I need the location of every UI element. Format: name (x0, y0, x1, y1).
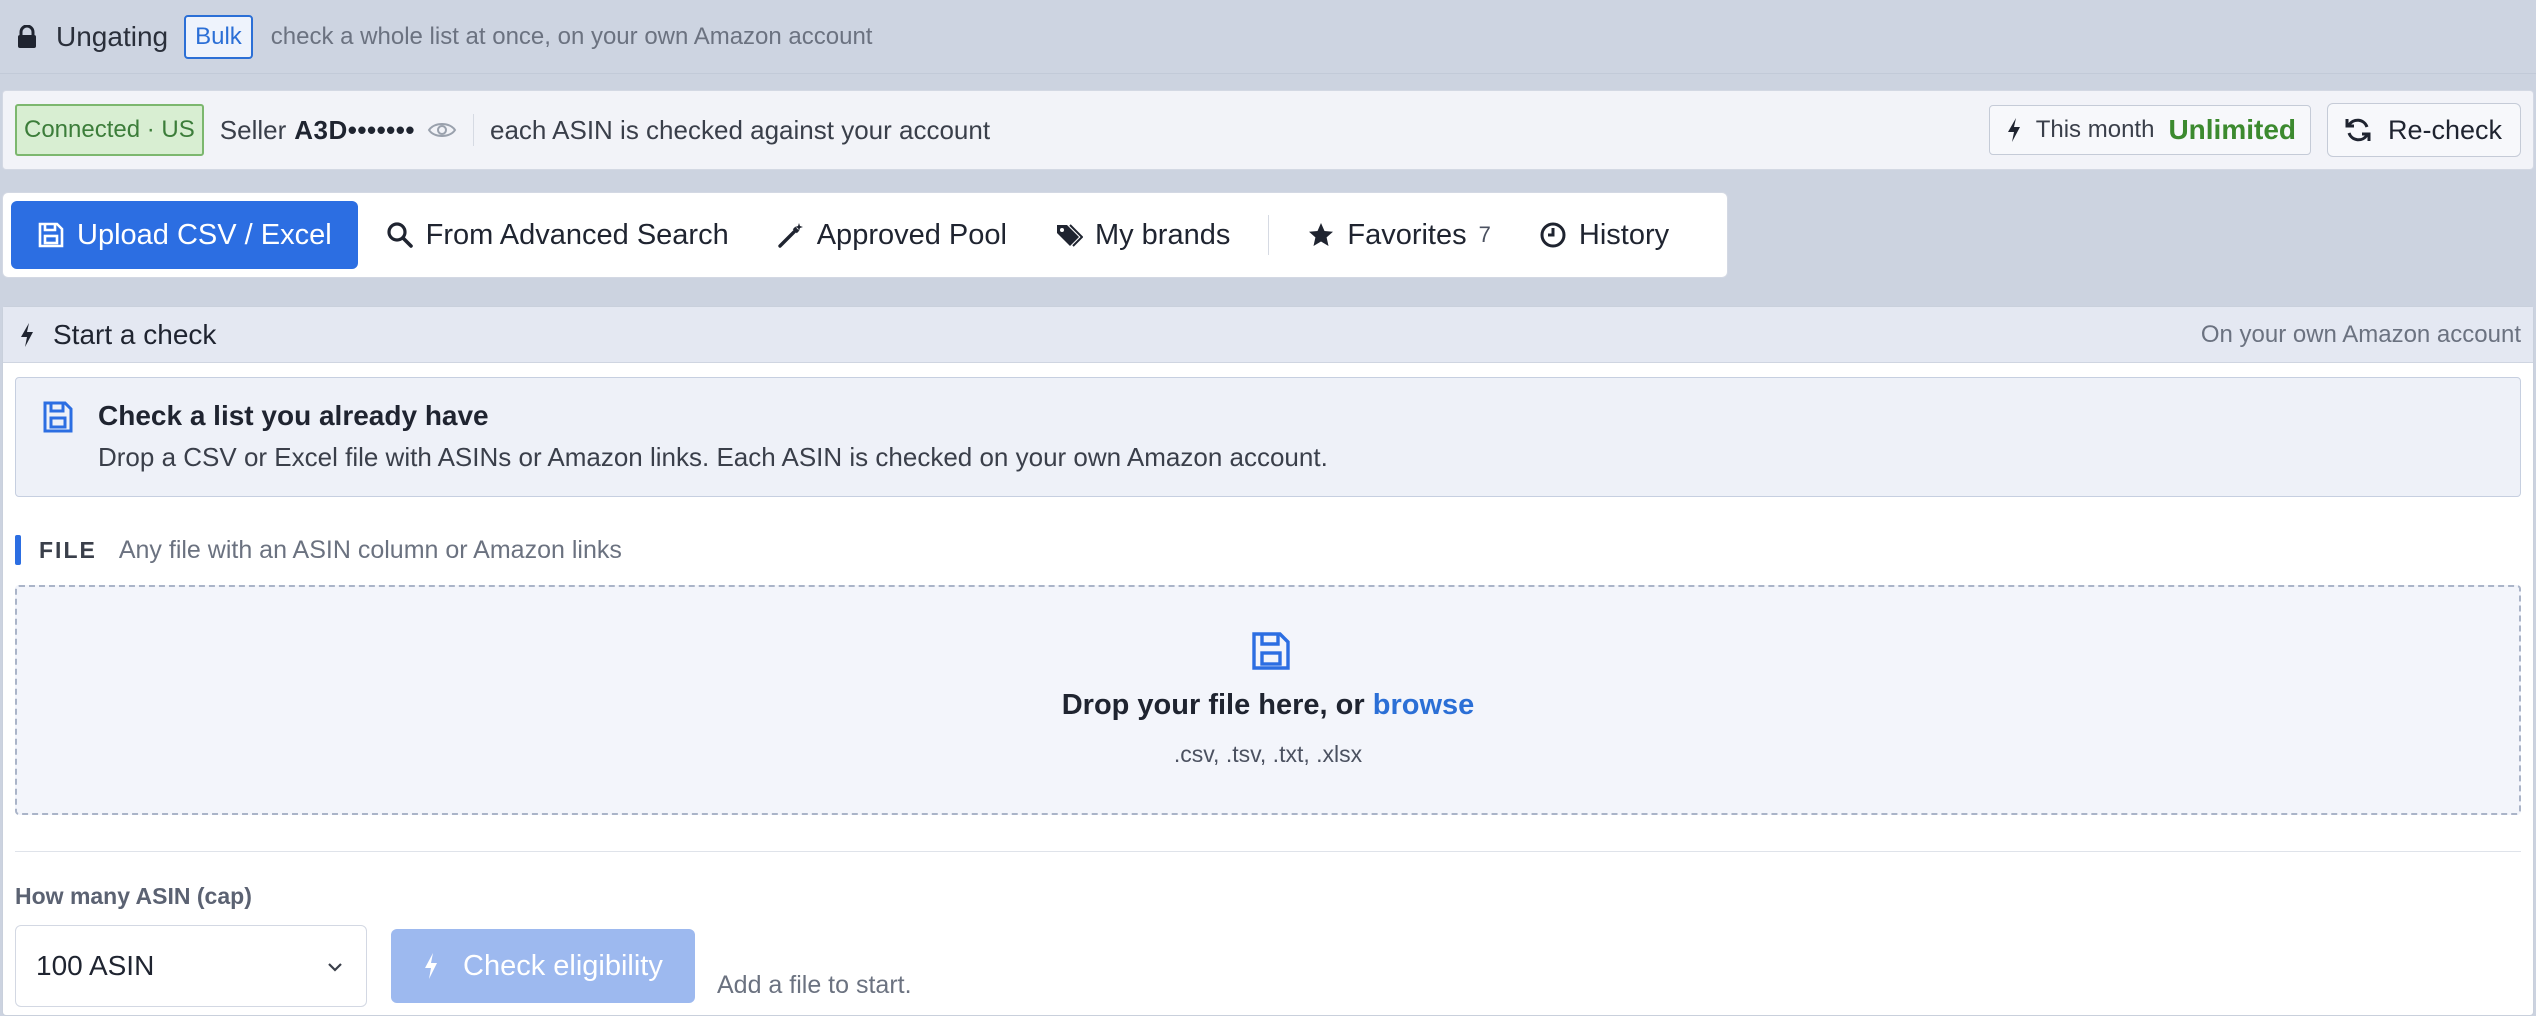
browse-link[interactable]: browse (1373, 689, 1475, 721)
tab-favorites[interactable]: Favorites 7 (1283, 201, 1515, 269)
asin-cap-select[interactable]: 100 ASIN (15, 925, 367, 1007)
file-hint: Any file with an ASIN column or Amazon l… (118, 535, 622, 564)
cap-selected-value: 100 ASIN (36, 950, 155, 981)
seller-label: Seller (219, 114, 287, 145)
page-title: Ungating (56, 20, 169, 52)
save-icon (1252, 632, 1290, 670)
cap-label: How many ASIN (cap) (15, 883, 252, 909)
save-icon (43, 401, 73, 433)
check-hint: Add a file to start. (717, 971, 912, 999)
divider (472, 114, 474, 146)
page-description: check a whole list at once, on your own … (270, 22, 873, 50)
file-section-header: FILE Any file with an ASIN column or Ama… (15, 535, 622, 565)
tab-label: Upload CSV / Excel (77, 218, 332, 251)
panel-note: On your own Amazon account (2200, 320, 2521, 348)
section-accent-bar (15, 535, 21, 565)
tab-divider (1268, 215, 1270, 255)
file-dropzone[interactable]: Drop your file here, or browse .csv, .ts… (15, 585, 2521, 815)
top-bar: Ungating Bulk check a whole list at once… (0, 0, 2536, 74)
save-icon (38, 222, 64, 248)
refresh-icon (2345, 118, 2371, 142)
info-description: Drop a CSV or Excel file with ASINs or A… (98, 442, 1328, 472)
tab-upload-csv[interactable]: Upload CSV / Excel (11, 201, 358, 269)
source-tabs: Upload CSV / Excel From Advanced Search … (2, 192, 1728, 278)
bulk-badge: Bulk (184, 14, 253, 59)
tab-label: From Advanced Search (425, 218, 729, 251)
lock-icon (18, 24, 36, 48)
star-icon (1309, 223, 1334, 246)
panel-header: Start a check On your own Amazon account (3, 307, 2533, 363)
monthly-quota: This month Unlimited (1988, 105, 2311, 155)
accepted-file-types: .csv, .tsv, .txt, .xlsx (1173, 741, 1363, 767)
divider (15, 851, 2521, 852)
tab-advanced-search[interactable]: From Advanced Search (362, 201, 753, 269)
connection-status-badge: Connected · US (15, 104, 204, 156)
bolt-icon (2007, 118, 2020, 142)
tab-label: Approved Pool (816, 218, 1007, 251)
drop-text: Drop your file here, or (1061, 689, 1365, 721)
tags-icon (1056, 224, 1083, 247)
seller-id: A3D••••••• (294, 114, 415, 145)
quota-value: Unlimited (2168, 114, 2296, 145)
start-check-panel: Start a check On your own Amazon account… (2, 306, 2534, 1016)
status-description: each ASIN is checked against your accoun… (489, 114, 991, 145)
check-button-label: Check eligibility (463, 949, 663, 982)
recheck-label: Re-check (2388, 114, 2503, 145)
file-label: FILE (39, 536, 97, 563)
panel-title: Start a check (53, 318, 217, 350)
account-status-bar: Connected · US Seller A3D••••••• each AS… (2, 90, 2534, 170)
drop-instructions: Drop your file here, or browse (17, 689, 2519, 722)
magic-wand-icon (778, 223, 803, 248)
search-icon (387, 222, 413, 248)
bolt-icon (425, 953, 437, 979)
eye-icon[interactable] (427, 119, 457, 141)
chevron-down-icon (328, 963, 342, 972)
tab-approved-pool[interactable]: Approved Pool (753, 201, 1031, 269)
tab-label: History (1578, 218, 1670, 251)
info-title: Check a list you already have (98, 400, 489, 431)
quota-label: This month (2035, 116, 2155, 143)
recheck-button[interactable]: Re-check (2327, 103, 2521, 157)
tab-label: Favorites (1347, 218, 1467, 251)
tab-label: My brands (1094, 218, 1231, 251)
bolt-icon (21, 322, 33, 347)
clock-icon (1540, 222, 1566, 248)
tab-my-brands[interactable]: My brands (1031, 201, 1254, 269)
tab-history[interactable]: History (1515, 201, 1693, 269)
info-box: Check a list you already have Drop a CSV… (15, 377, 2521, 497)
favorites-count: 7 (1478, 222, 1491, 247)
check-eligibility-button[interactable]: Check eligibility (391, 929, 695, 1003)
